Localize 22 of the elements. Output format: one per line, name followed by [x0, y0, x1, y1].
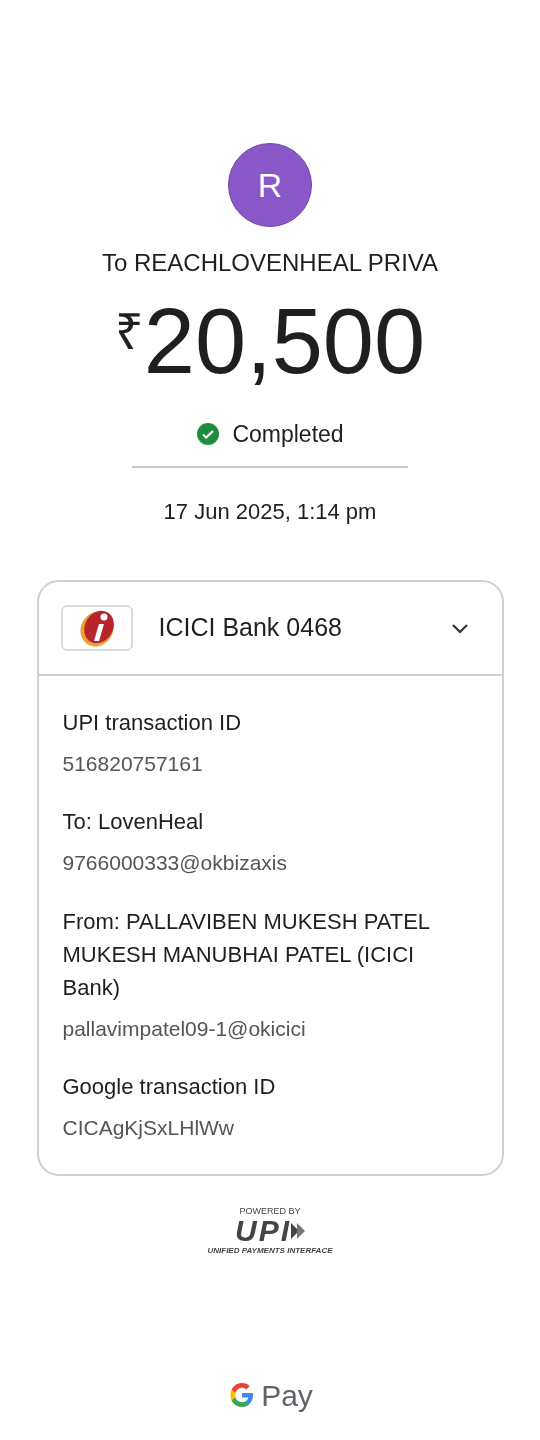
arrow-chevrons-icon [291, 1220, 305, 1241]
status-label: Completed [232, 420, 344, 449]
detail-label: UPI transaction ID [62, 708, 242, 737]
detail-value: 9766000333@okbizaxis [62, 850, 288, 876]
detail-label: Google transaction ID [62, 1073, 277, 1101]
payee-name: To REACHLOVENHEAL PRIVA [101, 248, 439, 278]
upi-tagline: POWERED BY [239, 1205, 301, 1216]
detail-label: From: PALLAVIBEN MUKESH PATEL MUKESH MANUBHAI PATEL (ICICI Bank) [62, 907, 431, 1002]
upi-subtitle: UNIFIED PAYMENTS INTERFACE [207, 1245, 333, 1255]
chevron-icon [450, 621, 469, 634]
gpay-label: Pay [261, 1377, 313, 1414]
upi-mark: UPI [235, 1215, 291, 1246]
detail-value: 516820757161 [62, 750, 204, 777]
bank-logo-icon [60, 604, 133, 651]
detail-value: CICAgKjSxLHlWw [62, 1115, 236, 1141]
bank-account: ICICI Bank 0468 [158, 611, 343, 643]
detail-value: pallavimpatel09-1@okicici [62, 1015, 307, 1042]
currency-symbol: ₹ [114, 307, 144, 357]
avatar: R [228, 143, 312, 227]
transaction-date: 17 Jun 2025, 1:14 pm [163, 497, 377, 526]
amount: 20,500 [143, 295, 426, 387]
detail-label: To: LovenHeal [62, 808, 205, 836]
